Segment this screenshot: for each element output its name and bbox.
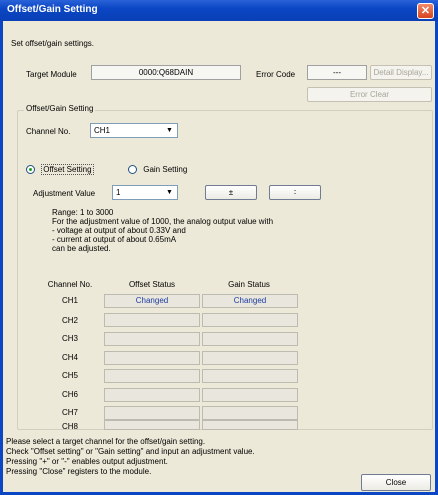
error-code-label: Error Code bbox=[256, 70, 296, 79]
info-line-3: - current at output of about 0.65mA bbox=[52, 235, 177, 244]
info-line-4: can be adjusted. bbox=[52, 244, 111, 253]
error-clear-button[interactable]: Error Clear bbox=[307, 87, 432, 102]
col-header-gain: Gain Status bbox=[228, 280, 270, 289]
gain-setting-radio[interactable]: Gain Setting bbox=[128, 165, 188, 175]
close-icon[interactable]: ✕ bbox=[417, 3, 434, 19]
table-row-label: CH8 bbox=[61, 422, 78, 431]
gain-status-cell bbox=[202, 420, 298, 430]
offset-setting-label: Offset Setting bbox=[41, 164, 94, 175]
col-header-offset: Offset Status bbox=[128, 280, 176, 289]
window-title: Offset/Gain Setting bbox=[7, 4, 98, 15]
gain-status-cell: Changed bbox=[202, 294, 298, 308]
footer-line-4: Pressing "Close" registers to the module… bbox=[6, 467, 152, 476]
channel-label: Channel No. bbox=[26, 127, 71, 136]
offset-status-cell: Changed bbox=[104, 294, 200, 308]
table-row-label: CH1 bbox=[61, 296, 78, 305]
chevron-down-icon: ▼ bbox=[163, 125, 176, 137]
adjustment-value-text: 1 bbox=[116, 188, 121, 197]
chevron-down-icon: ▼ bbox=[163, 187, 176, 199]
intro-text: Set offset/gain settings. bbox=[11, 39, 95, 48]
offset-status-cell bbox=[104, 351, 200, 365]
footer-line-2: Check "Offset setting" or "Gain setting"… bbox=[6, 447, 255, 456]
col-header-channel: Channel No. bbox=[47, 280, 93, 289]
offset-status-cell bbox=[104, 420, 200, 430]
gain-status-cell bbox=[202, 406, 298, 420]
radio-selected-icon bbox=[26, 165, 35, 175]
footer-line-1: Please select a target channel for the o… bbox=[6, 437, 206, 446]
adjustment-value-select[interactable]: 1 ▼ bbox=[112, 185, 178, 200]
close-button[interactable]: Close bbox=[361, 474, 431, 491]
plus-button[interactable]: ± bbox=[205, 185, 257, 200]
adjustment-value-label: Adjustment Value bbox=[33, 189, 96, 198]
table-row-label: CH7 bbox=[61, 408, 78, 417]
info-line-1: For the adjustment value of 1000, the an… bbox=[52, 217, 274, 226]
gain-status-cell bbox=[202, 351, 298, 365]
radio-unselected-icon bbox=[128, 165, 137, 175]
target-module-label: Target Module bbox=[26, 70, 77, 79]
footer-line-3: Pressing "+" or "-" enables output adjus… bbox=[6, 457, 168, 466]
table-row-label: CH2 bbox=[61, 316, 78, 325]
minus-button[interactable]: ∶ bbox=[269, 185, 321, 200]
gain-setting-label: Gain Setting bbox=[143, 165, 188, 174]
offset-setting-radio[interactable]: Offset Setting bbox=[26, 164, 94, 175]
title-bar: Offset/Gain Setting ✕ bbox=[0, 0, 438, 21]
info-line-2: - voltage at output of about 0.33V and bbox=[52, 226, 186, 235]
table-row-label: CH3 bbox=[61, 334, 78, 343]
channel-select-value: CH1 bbox=[94, 126, 111, 135]
table-row-label: CH4 bbox=[61, 353, 78, 362]
gain-status-cell bbox=[202, 332, 298, 346]
range-text: Range: 1 to 3000 bbox=[52, 208, 114, 217]
table-row-label: CH6 bbox=[61, 390, 78, 399]
table-row-label: CH5 bbox=[61, 371, 78, 380]
gain-status-cell bbox=[202, 369, 298, 383]
gain-status-cell bbox=[202, 313, 298, 327]
offset-status-cell bbox=[104, 406, 200, 420]
group-title: Offset/Gain Setting bbox=[24, 104, 96, 113]
detail-display-button[interactable]: Detail Display... bbox=[370, 65, 432, 80]
gain-status-cell bbox=[202, 388, 298, 402]
error-code-field: --- bbox=[307, 65, 367, 80]
offset-status-cell bbox=[104, 332, 200, 346]
channel-select[interactable]: CH1 ▼ bbox=[90, 123, 178, 138]
offset-status-cell bbox=[104, 388, 200, 402]
offset-status-cell bbox=[104, 313, 200, 327]
offset-status-cell bbox=[104, 369, 200, 383]
target-module-field: 0000:Q68DAIN bbox=[91, 65, 241, 80]
